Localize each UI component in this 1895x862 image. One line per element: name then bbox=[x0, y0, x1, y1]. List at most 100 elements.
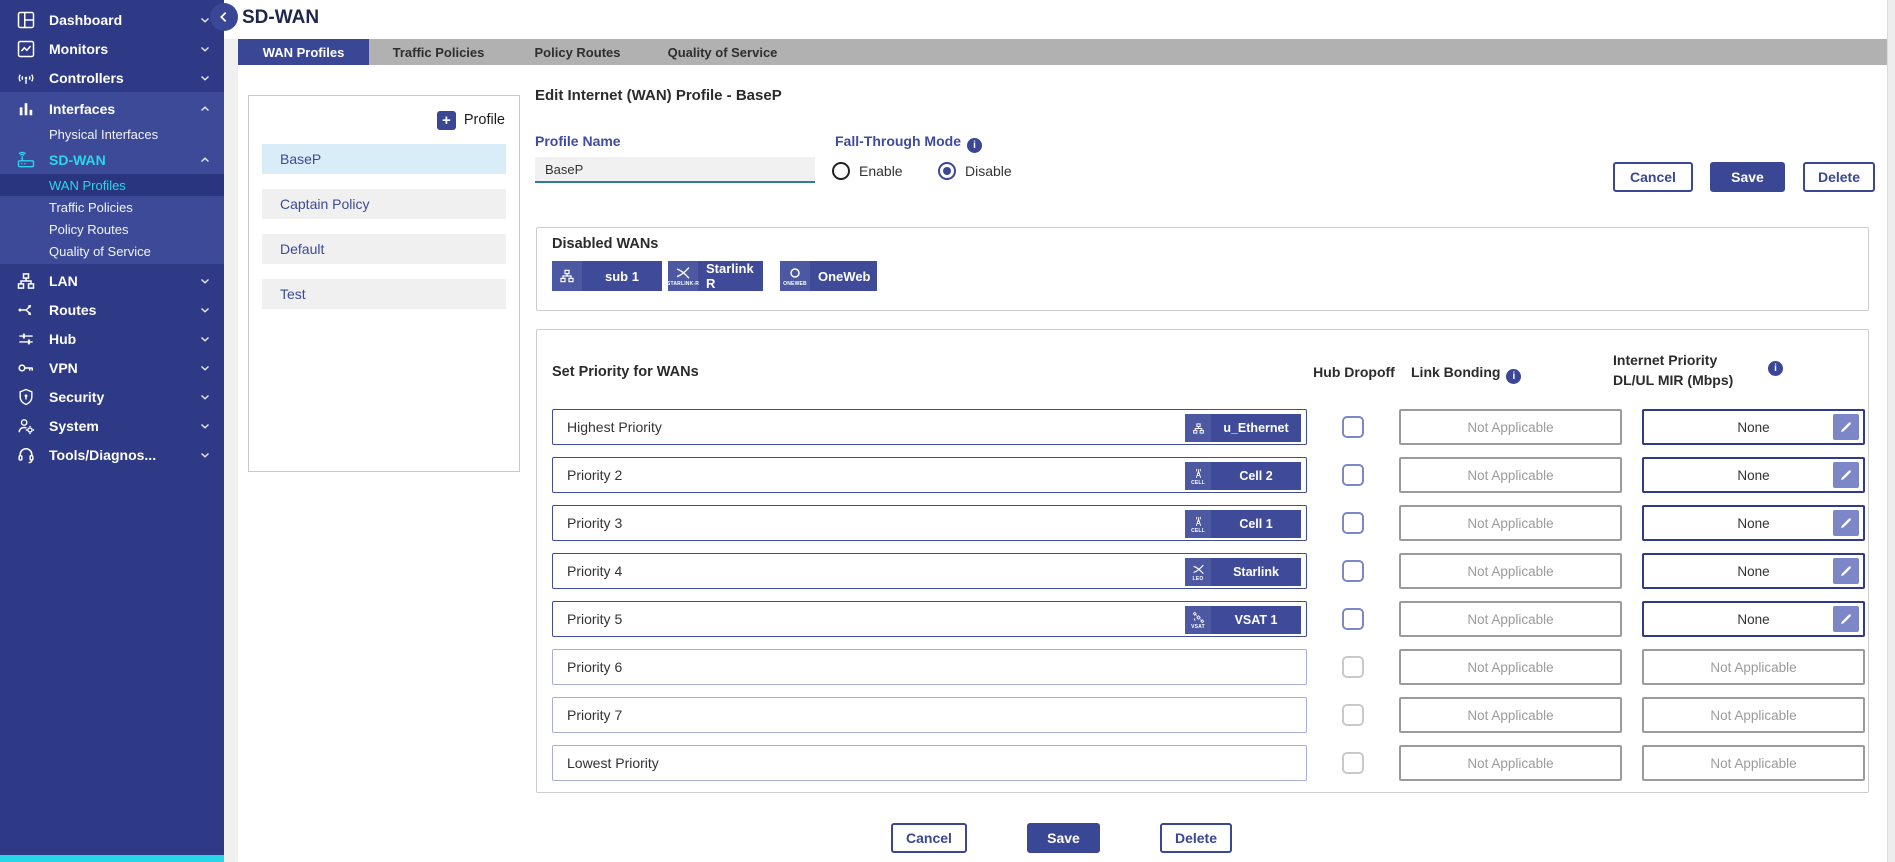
sidebar-item-tools-diagnostics[interactable]: Tools/Diagnos... bbox=[0, 440, 224, 469]
tab-policy-routes[interactable]: Policy Routes bbox=[508, 39, 647, 65]
link-bonding-field: Not Applicable bbox=[1399, 649, 1622, 685]
priority-row-6: Priority 6 Not Applicable Not Applicable bbox=[537, 649, 1870, 685]
sidebar-item-label: VPN bbox=[49, 360, 78, 376]
hub-dropoff-checkbox[interactable] bbox=[1342, 608, 1364, 630]
delete-button-bottom[interactable]: Delete bbox=[1160, 823, 1232, 853]
vertical-scrollbar[interactable] bbox=[1887, 0, 1895, 862]
info-icon[interactable] bbox=[1768, 361, 1783, 376]
sidebar-item-lan[interactable]: LAN bbox=[0, 266, 224, 295]
sidebar-item-label: Policy Routes bbox=[49, 222, 128, 237]
save-button-bottom[interactable]: Save bbox=[1027, 823, 1100, 853]
edit-pencil-button[interactable] bbox=[1833, 558, 1859, 584]
wan-chip-vsat1[interactable]: VSAT VSAT 1 bbox=[1185, 606, 1301, 634]
chevron-down-icon bbox=[198, 361, 212, 375]
edit-pencil-button[interactable] bbox=[1833, 414, 1859, 440]
cancel-button-top[interactable]: Cancel bbox=[1613, 162, 1693, 192]
save-button-top[interactable]: Save bbox=[1710, 162, 1785, 192]
link-bonding-field: Not Applicable bbox=[1399, 409, 1622, 445]
app-window: Dashboard Monitors Controllers Interface… bbox=[0, 0, 1895, 862]
sidebar-item-controllers[interactable]: Controllers bbox=[0, 63, 224, 92]
priority-slot[interactable]: Lowest Priority bbox=[552, 745, 1307, 781]
hub-dropoff-checkbox-disabled bbox=[1342, 656, 1364, 678]
sidebar-item-quality-of-service[interactable]: Quality of Service bbox=[0, 240, 224, 262]
sidebar-item-physical-interfaces[interactable]: Physical Interfaces bbox=[0, 123, 224, 145]
wan-chip-cell1[interactable]: CELL Cell 1 bbox=[1185, 510, 1301, 538]
edit-pencil-button[interactable] bbox=[1833, 462, 1859, 488]
tab-wan-profiles[interactable]: WAN Profiles bbox=[238, 39, 369, 65]
profile-list-item[interactable]: BaseP bbox=[262, 144, 506, 174]
tab-traffic-policies[interactable]: Traffic Policies bbox=[369, 39, 508, 65]
main-content: Edit Internet (WAN) Profile - BaseP Prof… bbox=[238, 65, 1887, 862]
sidebar-item-system[interactable]: System bbox=[0, 411, 224, 440]
wan-chip-starlink-r[interactable]: STARLINK-R Starlink R bbox=[668, 261, 763, 291]
starlink-icon: LEO bbox=[1185, 558, 1211, 586]
sidebar-item-label: Physical Interfaces bbox=[49, 127, 158, 142]
sidebar-item-traffic-policies[interactable]: Traffic Policies bbox=[0, 196, 224, 218]
profile-name-input[interactable] bbox=[535, 157, 815, 183]
sidebar-item-interfaces[interactable]: Interfaces bbox=[0, 94, 224, 123]
internet-priority-field: None bbox=[1642, 409, 1865, 445]
sidebar-item-wan-profiles[interactable]: WAN Profiles bbox=[0, 174, 224, 196]
priority-slot[interactable]: Priority 7 bbox=[552, 697, 1307, 733]
starlink-icon: STARLINK-R bbox=[668, 261, 698, 291]
fall-through-disable-radio[interactable]: Disable bbox=[938, 162, 1012, 180]
wan-chip-cell2[interactable]: CELL Cell 2 bbox=[1185, 462, 1301, 490]
sidebar-item-label: Controllers bbox=[49, 70, 124, 86]
delete-button-top[interactable]: Delete bbox=[1803, 162, 1875, 192]
wan-chip-oneweb[interactable]: ONEWEB OneWeb bbox=[780, 261, 877, 291]
wan-chip-u-ethernet[interactable]: u_Ethernet bbox=[1185, 414, 1301, 442]
hub-dropoff-checkbox[interactable] bbox=[1342, 416, 1364, 438]
link-bonding-field: Not Applicable bbox=[1399, 601, 1622, 637]
controllers-icon bbox=[16, 68, 36, 88]
profile-list-panel: Profile BaseP Captain Policy Default Tes… bbox=[248, 95, 520, 472]
hub-dropoff-checkbox[interactable] bbox=[1342, 464, 1364, 486]
wan-chip-starlink[interactable]: LEO Starlink bbox=[1185, 558, 1301, 586]
priority-slot[interactable]: Priority 4 LEO Starlink bbox=[552, 553, 1307, 589]
interfaces-icon bbox=[16, 99, 36, 119]
oneweb-icon: ONEWEB bbox=[780, 261, 810, 291]
sidebar-item-vpn[interactable]: VPN bbox=[0, 353, 224, 382]
profile-list-item[interactable]: Default bbox=[262, 234, 506, 264]
sidebar-item-security[interactable]: Security bbox=[0, 382, 224, 411]
sidebar-item-routes[interactable]: Routes bbox=[0, 295, 224, 324]
priority-slot[interactable]: Priority 5 VSAT VSAT 1 bbox=[552, 601, 1307, 637]
chevron-up-icon bbox=[198, 102, 212, 116]
edit-pencil-button[interactable] bbox=[1833, 510, 1859, 536]
info-icon[interactable] bbox=[967, 138, 982, 153]
sidebar-scroll-gutter[interactable] bbox=[224, 0, 238, 862]
editor-title: Edit Internet (WAN) Profile - BaseP bbox=[535, 87, 782, 104]
pencil-icon bbox=[1839, 468, 1853, 482]
hub-dropoff-checkbox[interactable] bbox=[1342, 560, 1364, 582]
priority-row-5: Priority 5 VSAT VSAT 1 Not Applicable No… bbox=[537, 601, 1870, 637]
hub-dropoff-checkbox[interactable] bbox=[1342, 512, 1364, 534]
edit-pencil-button[interactable] bbox=[1833, 606, 1859, 632]
info-icon[interactable] bbox=[1506, 369, 1521, 384]
priority-row-3: Priority 3 CELL Cell 1 Not Applicable No… bbox=[537, 505, 1870, 541]
priority-slot[interactable]: Priority 3 CELL Cell 1 bbox=[552, 505, 1307, 541]
internet-priority-field: None bbox=[1642, 505, 1865, 541]
sidebar-item-label: Traffic Policies bbox=[49, 200, 133, 215]
chevron-down-icon bbox=[198, 274, 212, 288]
sidebar-item-monitors[interactable]: Monitors bbox=[0, 34, 224, 63]
sidebar-item-dashboard[interactable]: Dashboard bbox=[0, 5, 224, 34]
add-profile-button[interactable]: Profile bbox=[249, 110, 505, 130]
sidebar-item-sd-wan[interactable]: SD-WAN bbox=[0, 145, 224, 174]
fall-through-enable-radio[interactable]: Enable bbox=[832, 162, 903, 180]
headset-icon bbox=[16, 445, 36, 465]
profile-list-item[interactable]: Test bbox=[262, 279, 506, 309]
profile-list-item[interactable]: Captain Policy bbox=[262, 189, 506, 219]
ethernet-icon bbox=[1185, 414, 1211, 442]
cancel-button-bottom[interactable]: Cancel bbox=[891, 823, 967, 853]
sidebar-item-policy-routes[interactable]: Policy Routes bbox=[0, 218, 224, 240]
sidebar-section-interfaces: Interfaces Physical Interfaces SD-WAN WA… bbox=[0, 92, 224, 264]
priority-slot[interactable]: Priority 6 bbox=[552, 649, 1307, 685]
wan-chip-sub1[interactable]: sub 1 bbox=[552, 261, 662, 291]
sidebar-item-hub[interactable]: Hub bbox=[0, 324, 224, 353]
tab-quality-of-service[interactable]: Quality of Service bbox=[647, 39, 798, 65]
sidebar-collapse-button[interactable] bbox=[210, 3, 238, 31]
sidebar-item-label: Tools/Diagnos... bbox=[49, 447, 156, 463]
satellite-icon: VSAT bbox=[1185, 606, 1211, 634]
priority-slot[interactable]: Highest Priority u_Ethernet bbox=[552, 409, 1307, 445]
sidebar-item-label: SD-WAN bbox=[49, 152, 106, 168]
priority-slot[interactable]: Priority 2 CELL Cell 2 bbox=[552, 457, 1307, 493]
